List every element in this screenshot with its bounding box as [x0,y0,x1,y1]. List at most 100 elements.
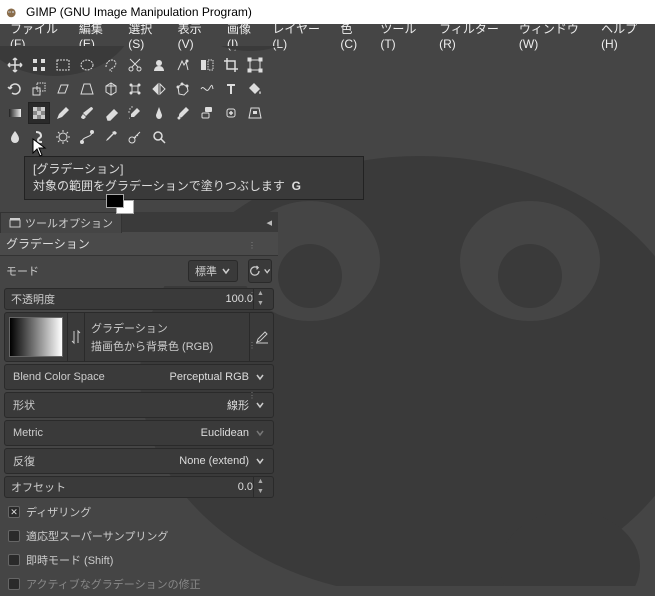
gradient-info[interactable]: グラデーション 描画色から背景色 (RGB) [85,313,249,361]
row-instant-mode[interactable]: 即時モード (Shift) [0,548,278,572]
opacity-label: 不透明度 [11,291,55,307]
tool-unified-transform[interactable] [244,54,266,76]
tooltip-shortcut: G [292,179,301,193]
tooltip-title: [グラデーション] [33,162,123,176]
offset-value: 0.0 [238,481,253,493]
dithering-label: ディザリング [26,504,91,520]
toolbox [0,46,265,148]
gradient-name: 描画色から背景色 (RGB) [91,338,243,354]
row-mode: モード 標準 [0,256,278,286]
chevron-down-icon [255,456,265,466]
row-modify-active: アクティブなグラデーションの修正 [0,572,278,596]
tool-bucket-fill[interactable] [244,78,266,100]
tool-grid [4,54,261,148]
offset-stepper[interactable]: ▲▼ [253,477,267,497]
panel-title: グラデーション [0,232,278,256]
supersampling-checkbox[interactable] [8,530,20,542]
mode-dropdown[interactable]: 標準 [188,260,238,282]
tool-options-dock: ツールオプション ◂ グラデーション モード 標準 不透明度 100.0 ▲▼ … [0,212,278,596]
tool-text[interactable] [220,78,242,100]
tool-shear[interactable] [52,78,74,100]
mode-value: 標準 [195,263,217,279]
tool-heal[interactable] [220,102,242,124]
tool-mypaint-brush[interactable] [172,102,194,124]
tool-blur[interactable] [4,126,26,148]
tool-clone[interactable] [196,102,218,124]
tool-path[interactable] [76,126,98,148]
repeat-value: None (extend) [179,455,249,467]
tool-color-picker[interactable] [100,126,122,148]
tool-3d-transform[interactable] [100,78,122,100]
repeat-label: 反復 [13,453,35,469]
shape-value: 線形 [227,397,249,413]
opacity-slider[interactable]: 不透明度 100.0 ▲▼ [4,288,274,310]
tool-tooltip: [グラデーション] 対象の範囲をグラデーションで塗りつぶします G [24,156,364,200]
dock-resize-handle[interactable]: ⋮⋮⋮⋮ [248,220,258,420]
instant-mode-checkbox[interactable] [8,554,20,566]
gradient-label: グラデーション [91,320,243,336]
shape-select[interactable]: 形状 線形 [4,392,274,418]
tooltip-description: 対象の範囲をグラデーションで塗りつぶします [33,179,285,193]
fg-color-swatch[interactable] [106,194,124,208]
tool-fuzzy-select[interactable] [172,54,194,76]
tool-smudge[interactable] [28,126,50,148]
tool-dodge[interactable] [52,126,74,148]
chevron-down-icon [221,266,231,276]
tool-move[interactable] [4,54,26,76]
tool-align[interactable] [28,54,50,76]
tool-foreground-select[interactable] [148,54,170,76]
tool-paintbrush[interactable] [76,102,98,124]
tool-rect-select[interactable] [52,54,74,76]
mode-label: モード [6,263,39,279]
gradient-picker: グラデーション 描画色から背景色 (RGB) [4,312,274,362]
tool-scissors[interactable] [124,54,146,76]
tool-rotate[interactable] [4,78,26,100]
gradient-preview[interactable] [9,317,63,357]
modify-active-label: アクティブなグラデーションの修正 [26,576,201,592]
tool-ink[interactable] [148,102,170,124]
reverse-icon [70,328,82,346]
blend-value: Perceptual RGB [170,371,249,383]
supersampling-label: 適応型スーパーサンプリング [26,528,168,544]
tool-crop[interactable] [220,54,242,76]
blend-label: Blend Color Space [13,371,105,383]
tool-measure[interactable] [124,126,146,148]
blend-color-space-select[interactable]: Blend Color Space Perceptual RGB [4,364,274,390]
instant-mode-label: 即時モード (Shift) [26,552,113,568]
tool-flip[interactable] [148,78,170,100]
tool-eraser[interactable] [100,102,122,124]
tab-tool-options[interactable]: ツールオプション [0,212,122,233]
tab-icon [9,217,21,229]
tool-cage[interactable] [172,78,194,100]
tool-pencil[interactable] [52,102,74,124]
tool-ellipse-select[interactable] [76,54,98,76]
modify-active-checkbox [8,578,20,590]
shape-label: 形状 [13,397,35,413]
row-dithering[interactable]: ✕ ディザリング [0,500,278,524]
metric-label: Metric [13,427,43,439]
tool-warp[interactable] [196,78,218,100]
metric-value: Euclidean [201,427,249,439]
tool-airbrush[interactable] [124,102,146,124]
tool-by-color-select[interactable] [196,54,218,76]
metric-select: Metric Euclidean [4,420,274,446]
menubar: ファイル(F) 編集(E) 選択(S) 表示(V) 画像(I) レイヤー(L) … [0,24,655,46]
tool-perspective-clone[interactable] [244,102,266,124]
chevron-down-icon [255,428,265,438]
tool-scale[interactable] [28,78,50,100]
gradient-reverse-button[interactable] [67,313,85,361]
tool-gradient[interactable] [28,102,50,124]
dock-menu-icon[interactable]: ◂ [260,214,278,231]
dithering-checkbox[interactable]: ✕ [8,506,20,518]
tool-handle-transform[interactable] [124,78,146,100]
tool-free-select[interactable] [100,54,122,76]
row-supersampling[interactable]: 適応型スーパーサンプリング [0,524,278,548]
offset-label: オフセット [11,479,66,495]
tool-zoom[interactable] [148,126,170,148]
tool-gradient-alt[interactable] [4,102,26,124]
tool-perspective[interactable] [76,78,98,100]
chevron-down-icon [263,266,271,276]
dock-tabbar: ツールオプション ◂ [0,212,278,232]
repeat-select[interactable]: 反復 None (extend) [4,448,274,474]
offset-slider[interactable]: オフセット 0.0 ▲▼ [4,476,274,498]
